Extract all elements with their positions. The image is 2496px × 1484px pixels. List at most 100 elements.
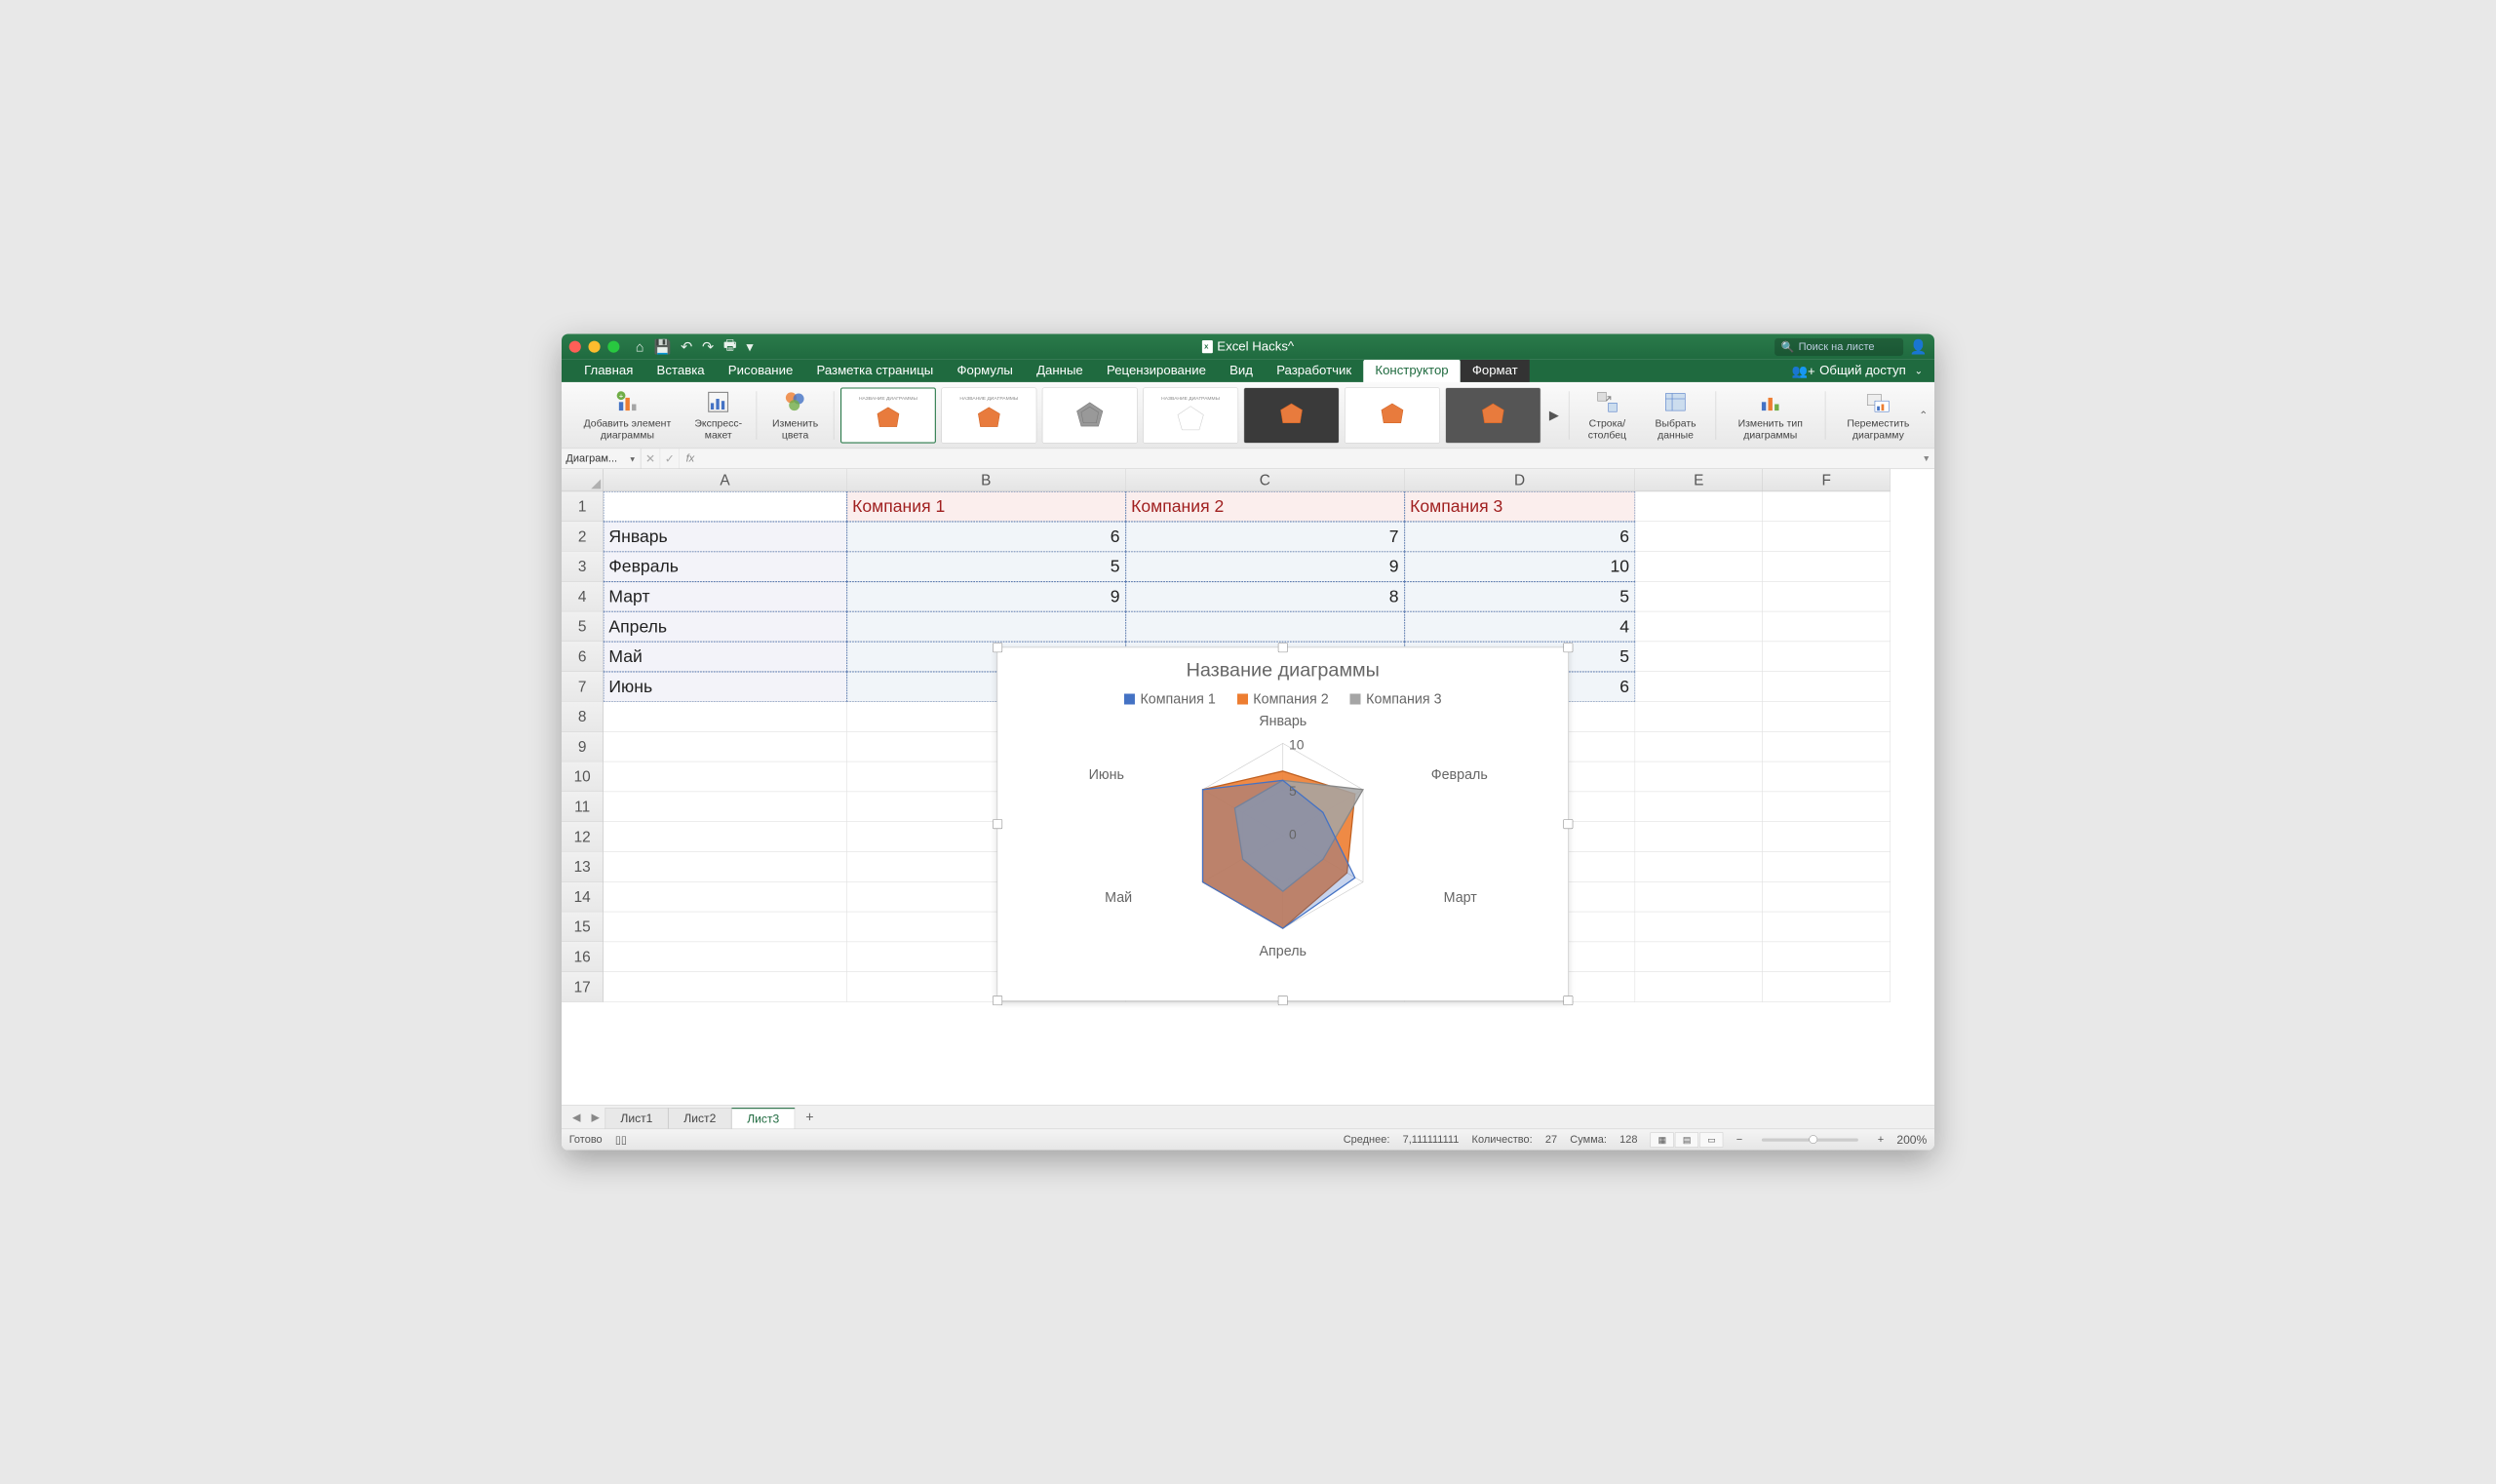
cell-D2[interactable]: 6	[1405, 522, 1635, 552]
styles-more-button[interactable]: ▶	[1546, 387, 1563, 443]
tab-review[interactable]: Рецензирование	[1095, 360, 1218, 382]
formula-input[interactable]	[701, 452, 1919, 465]
cell-B4[interactable]: 9	[847, 582, 1126, 612]
cell-A6[interactable]: Май	[604, 642, 847, 672]
row-header-5[interactable]: 5	[562, 611, 604, 642]
resize-handle[interactable]	[1563, 643, 1573, 652]
zoom-slider[interactable]	[1762, 1138, 1858, 1141]
col-header-C[interactable]: C	[1126, 469, 1405, 491]
sheet-tab-2[interactable]: Лист2	[668, 1108, 731, 1128]
cell-F1[interactable]	[1763, 491, 1891, 522]
tab-data[interactable]: Данные	[1025, 360, 1095, 382]
user-icon[interactable]: 👤	[1909, 338, 1927, 355]
row-header-10[interactable]: 10	[562, 762, 604, 792]
quick-layout-button[interactable]: Экспресс-макет	[686, 387, 750, 444]
cell-B5[interactable]	[847, 611, 1126, 642]
namebox-dropdown-icon[interactable]: ▼	[629, 454, 637, 463]
grid[interactable]: A B C D E F 1 Компания 1 Компания 2 Комп…	[562, 469, 1934, 1105]
chart-style-2[interactable]: НАЗВАНИЕ ДИАГРАММЫ	[941, 387, 1036, 443]
cell-C5[interactable]	[1126, 611, 1405, 642]
tab-draw[interactable]: Рисование	[717, 360, 805, 382]
cell-C1[interactable]: Компания 2	[1126, 491, 1405, 522]
cell-D1[interactable]: Компания 3	[1405, 491, 1635, 522]
cell-C3[interactable]: 9	[1126, 552, 1405, 582]
col-header-E[interactable]: E	[1635, 469, 1763, 491]
row-header-16[interactable]: 16	[562, 942, 604, 972]
minimize-button[interactable]	[589, 341, 601, 353]
col-header-B[interactable]: B	[847, 469, 1126, 491]
chart-object[interactable]: Название диаграммы Компания 1 Компания 2…	[997, 647, 1569, 1001]
radar-chart[interactable]: 10 5 0 Январь Февраль Март Апрель Май Ию…	[997, 707, 1568, 964]
row-header-14[interactable]: 14	[562, 882, 604, 913]
change-chart-type-button[interactable]: Изменить тип диаграммы	[1722, 387, 1818, 444]
macro-record-icon[interactable]: ▯▯	[615, 1133, 627, 1147]
tab-developer[interactable]: Разработчик	[1265, 360, 1363, 382]
row-header-6[interactable]: 6	[562, 642, 604, 672]
tab-format[interactable]: Формат	[1461, 360, 1530, 382]
chart-style-1[interactable]: НАЗВАНИЕ ДИАГРАММЫ	[840, 387, 936, 443]
row-header-12[interactable]: 12	[562, 822, 604, 852]
cell-F6[interactable]	[1763, 642, 1891, 672]
view-pagelayout-button[interactable]: ▤	[1675, 1132, 1698, 1147]
cell-D4[interactable]: 5	[1405, 582, 1635, 612]
change-colors-button[interactable]: Изменить цвета	[763, 387, 828, 444]
cell-A7[interactable]: Июнь	[604, 672, 847, 702]
chart-style-3[interactable]	[1042, 387, 1138, 443]
cell-F7[interactable]	[1763, 672, 1891, 702]
cell-F2[interactable]	[1763, 522, 1891, 552]
home-icon[interactable]: ⌂	[636, 338, 644, 355]
name-box[interactable]: Диаграм... ▼	[562, 449, 641, 468]
sheet-nav-next[interactable]: ▶	[586, 1111, 604, 1124]
col-header-A[interactable]: A	[604, 469, 847, 491]
chart-title[interactable]: Название диаграммы	[997, 647, 1568, 681]
row-header-7[interactable]: 7	[562, 672, 604, 702]
view-pagebreak-button[interactable]: ▭	[1699, 1132, 1723, 1147]
chart-style-4[interactable]: НАЗВАНИЕ ДИАГРАММЫ	[1143, 387, 1238, 443]
tab-formulas[interactable]: Формулы	[945, 360, 1025, 382]
chart-style-5[interactable]	[1244, 387, 1340, 443]
row-header-15[interactable]: 15	[562, 912, 604, 942]
cell-A3[interactable]: Февраль	[604, 552, 847, 582]
cell-E5[interactable]	[1635, 611, 1763, 642]
resize-handle[interactable]	[1278, 643, 1288, 652]
cell-E6[interactable]	[1635, 642, 1763, 672]
resize-handle[interactable]	[1278, 996, 1288, 1005]
resize-handle[interactable]	[993, 643, 1002, 652]
customize-qat-icon[interactable]: ▾	[746, 338, 753, 355]
switch-rowcol-button[interactable]: Строка/столбец	[1576, 387, 1639, 444]
cell-C4[interactable]: 8	[1126, 582, 1405, 612]
save-icon[interactable]: 💾	[653, 338, 671, 355]
chart-style-6[interactable]	[1345, 387, 1440, 443]
undo-icon[interactable]: ↶	[681, 338, 692, 355]
chart-style-7[interactable]	[1445, 387, 1540, 443]
chart-legend[interactable]: Компания 1 Компания 2 Компания 3	[997, 690, 1568, 707]
tab-home[interactable]: Главная	[572, 360, 644, 382]
search-box[interactable]: 🔍	[1774, 338, 1903, 356]
cell-E4[interactable]	[1635, 582, 1763, 612]
tab-chartdesign[interactable]: Конструктор	[1363, 360, 1460, 382]
select-all-corner[interactable]	[562, 469, 604, 491]
cell-F4[interactable]	[1763, 582, 1891, 612]
search-input[interactable]	[1799, 340, 1897, 353]
zoom-in-button[interactable]: +	[1878, 1134, 1884, 1147]
cell-B2[interactable]: 6	[847, 522, 1126, 552]
cell-D5[interactable]: 4	[1405, 611, 1635, 642]
tab-view[interactable]: Вид	[1218, 360, 1265, 382]
move-chart-button[interactable]: Переместить диаграмму	[1832, 387, 1925, 444]
close-button[interactable]	[569, 341, 581, 353]
row-header-13[interactable]: 13	[562, 852, 604, 882]
view-normal-button[interactable]: ▦	[1651, 1132, 1674, 1147]
print-icon[interactable]: 🖶	[723, 335, 737, 359]
cell-B3[interactable]: 5	[847, 552, 1126, 582]
redo-icon[interactable]: ↷	[702, 338, 714, 355]
zoom-thumb[interactable]	[1809, 1135, 1817, 1144]
expand-formula-icon[interactable]: ▼	[1919, 453, 1935, 463]
sheet-nav-prev[interactable]: ◀	[567, 1111, 586, 1124]
add-sheet-button[interactable]: +	[795, 1109, 824, 1125]
share-button[interactable]: 👥+ Общий доступ ⌄	[1779, 360, 1934, 382]
tab-pagelayout[interactable]: Разметка страницы	[804, 360, 945, 382]
row-header-17[interactable]: 17	[562, 972, 604, 1002]
cancel-formula-button[interactable]: ✕	[641, 449, 660, 468]
col-header-F[interactable]: F	[1763, 469, 1891, 491]
zoom-percent[interactable]: 200%	[1896, 1133, 1927, 1147]
